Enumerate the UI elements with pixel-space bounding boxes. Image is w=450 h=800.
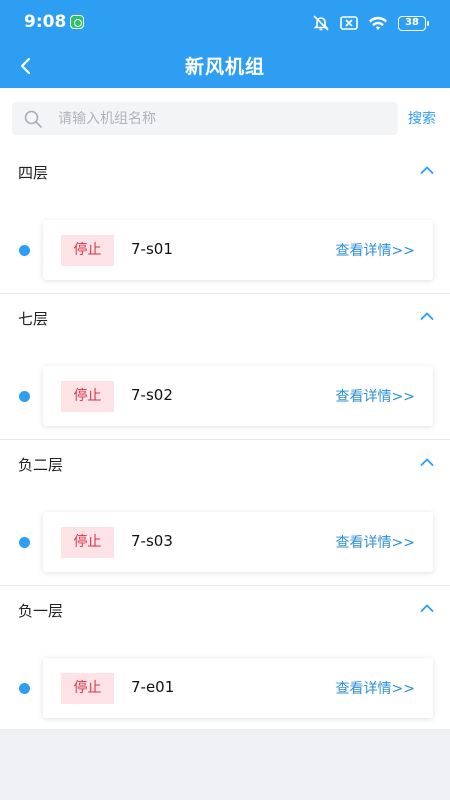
unit-card: 停止 7-s02 查看详情>> xyxy=(43,366,433,426)
chevron-up-icon xyxy=(420,166,434,174)
floor-group-header[interactable]: 四层 xyxy=(0,148,450,194)
view-details-link[interactable]: 查看详情>> xyxy=(336,532,415,552)
floor-group: 负一层 停止 7-e01 查看详情>> xyxy=(0,586,450,730)
page-title: 新风机组 xyxy=(184,56,265,78)
view-details-link[interactable]: 查看详情>> xyxy=(336,678,415,698)
unit-card: 停止 7-e01 查看详情>> xyxy=(43,658,433,718)
timeline-dot xyxy=(19,391,30,402)
status-icons: 38 xyxy=(312,13,429,33)
search-button[interactable]: 搜索 xyxy=(408,108,436,128)
floor-group-title: 四层 xyxy=(18,164,49,182)
status-badge: 停止 xyxy=(61,381,114,412)
timeline-dot xyxy=(19,537,30,548)
search-input[interactable] xyxy=(12,102,398,135)
timeline-dot xyxy=(19,683,30,694)
view-details-link[interactable]: 查看详情>> xyxy=(336,386,415,406)
mute-icon xyxy=(312,14,330,32)
status-badge: 停止 xyxy=(61,527,114,558)
chevron-up-icon xyxy=(420,604,434,612)
status-bar: 9:08 38 xyxy=(0,0,450,44)
view-details-link[interactable]: 查看详情>> xyxy=(336,240,415,260)
sim-off-icon xyxy=(340,15,358,31)
wifi-icon xyxy=(368,15,388,31)
floor-group-list: 四层 停止 7-s01 查看详情>> 七层 停止 7-s02 查看详情>> 负二… xyxy=(0,148,450,730)
unit-name: 7-s03 xyxy=(131,532,173,550)
floor-group-title: 负一层 xyxy=(18,602,64,620)
timeline-dot xyxy=(19,245,30,256)
unit-name: 7-s02 xyxy=(131,386,173,404)
chevron-up-icon xyxy=(420,312,434,320)
status-badge: 停止 xyxy=(61,235,114,266)
floor-group-header[interactable]: 负一层 xyxy=(0,586,450,632)
floor-group: 负二层 停止 7-s03 查看详情>> xyxy=(0,440,450,586)
unit-card: 停止 7-s01 查看详情>> xyxy=(43,220,433,280)
floor-group: 七层 停止 7-s02 查看详情>> xyxy=(0,294,450,440)
search-bar: 搜索 xyxy=(0,88,450,148)
status-time: 9:08 xyxy=(24,12,67,32)
floor-group-header[interactable]: 负二层 xyxy=(0,440,450,486)
floor-group: 四层 停止 7-s01 查看详情>> xyxy=(0,148,450,294)
chevron-up-icon xyxy=(420,458,434,466)
unit-card: 停止 7-s03 查看详情>> xyxy=(43,512,433,572)
app-header: 9:08 38 新风机组 xyxy=(0,0,450,88)
app-notification-icon xyxy=(70,15,84,29)
floor-group-header[interactable]: 七层 xyxy=(0,294,450,340)
battery-icon: 38 xyxy=(398,15,429,31)
floor-group-title: 七层 xyxy=(18,310,49,328)
unit-name: 7-s01 xyxy=(131,240,173,258)
floor-group-title: 负二层 xyxy=(18,456,64,474)
nav-bar: 新风机组 xyxy=(0,44,450,88)
status-badge: 停止 xyxy=(61,673,114,704)
unit-name: 7-e01 xyxy=(131,678,175,696)
